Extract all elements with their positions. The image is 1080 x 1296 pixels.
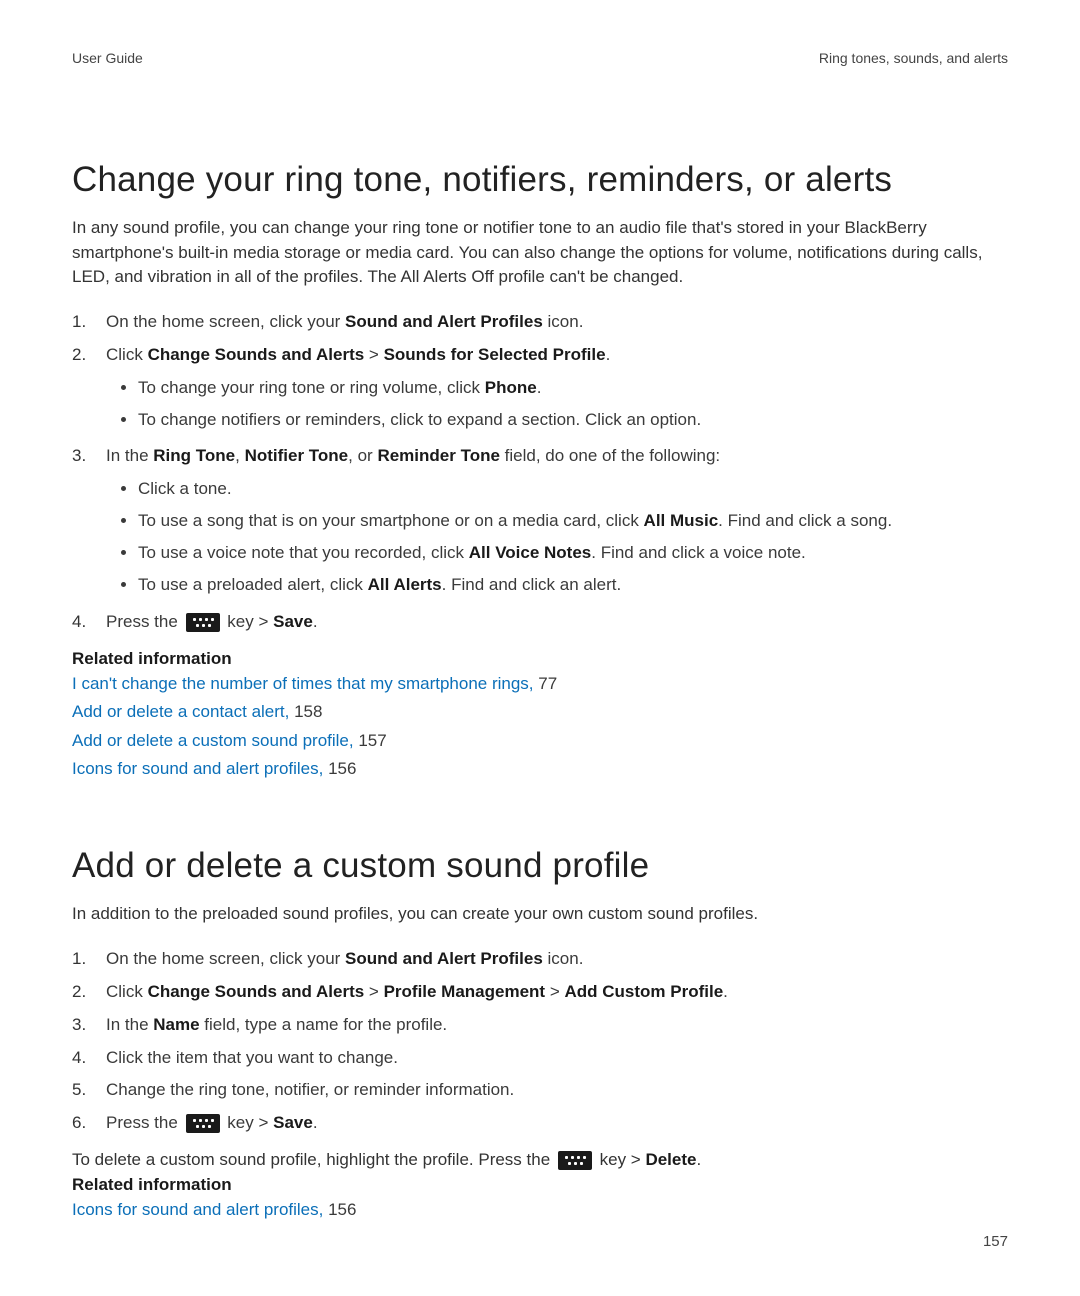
related-link[interactable]: I can't change the number of times that … [72, 674, 538, 693]
step-text: Click Change Sounds and Alerts > Profile… [106, 978, 1008, 1007]
related-page: 157 [358, 731, 386, 750]
step-text: In the Ring Tone, Notifier Tone, or Remi… [106, 442, 1008, 603]
list-item: To change your ring tone or ring volume,… [138, 374, 1008, 403]
section2-title: Add or delete a custom sound profile [72, 846, 1008, 886]
step-number: 2. [72, 978, 106, 1007]
step-number: 1. [72, 308, 106, 337]
related-link-row: Icons for sound and alert profiles, 156 [72, 1197, 1008, 1223]
related-information-heading: Related information [72, 649, 1008, 669]
s2-step5: 5. Change the ring tone, notifier, or re… [72, 1076, 1008, 1105]
header-right: Ring tones, sounds, and alerts [819, 50, 1008, 66]
step-number: 1. [72, 945, 106, 974]
related-page: 156 [328, 759, 356, 778]
s1-step3: 3. In the Ring Tone, Notifier Tone, or R… [72, 442, 1008, 603]
s2-step4: 4. Click the item that you want to chang… [72, 1044, 1008, 1073]
section2-delete-note: To delete a custom sound profile, highli… [72, 1148, 1008, 1173]
s1-step2: 2. Click Change Sounds and Alerts > Soun… [72, 341, 1008, 439]
step-number: 6. [72, 1109, 106, 1138]
s1-step3-sub: Click a tone. To use a song that is on y… [106, 475, 1008, 600]
s2-step3: 3. In the Name field, type a name for th… [72, 1011, 1008, 1040]
related-page: 158 [294, 702, 322, 721]
related-link-row: Add or delete a custom sound profile, 15… [72, 728, 1008, 754]
page: User Guide Ring tones, sounds, and alert… [0, 0, 1080, 1296]
list-item: Click a tone. [138, 475, 1008, 504]
list-item: To use a preloaded alert, click All Aler… [138, 571, 1008, 600]
related-link[interactable]: Add or delete a contact alert, [72, 702, 294, 721]
s2-step6: 6. Press the key > Save. [72, 1109, 1008, 1138]
step-text: On the home screen, click your Sound and… [106, 945, 1008, 974]
related-page: 156 [328, 1200, 356, 1219]
related-page: 77 [538, 674, 557, 693]
related-link-row: Add or delete a contact alert, 158 [72, 699, 1008, 725]
s1-step2-sub: To change your ring tone or ring volume,… [106, 374, 1008, 435]
step-number: 5. [72, 1076, 106, 1105]
list-item: To change notifiers or reminders, click … [138, 406, 1008, 435]
s1-step1: 1. On the home screen, click your Sound … [72, 308, 1008, 337]
page-header: User Guide Ring tones, sounds, and alert… [72, 50, 1008, 66]
step-text: Press the key > Save. [106, 608, 1008, 637]
list-item: To use a song that is on your smartphone… [138, 507, 1008, 536]
section1-steps: 1. On the home screen, click your Sound … [72, 308, 1008, 637]
section2-intro: In addition to the preloaded sound profi… [72, 902, 1008, 927]
step-text: In the Name field, type a name for the p… [106, 1011, 1008, 1040]
s1-step4: 4. Press the key > Save. [72, 608, 1008, 637]
step-number: 3. [72, 1011, 106, 1040]
step-number: 2. [72, 341, 106, 439]
section1-intro: In any sound profile, you can change you… [72, 216, 1008, 290]
menu-key-icon [186, 613, 220, 632]
related-information-heading: Related information [72, 1175, 1008, 1195]
step-number: 4. [72, 1044, 106, 1073]
menu-key-icon [186, 1114, 220, 1133]
related-link[interactable]: Icons for sound and alert profiles, [72, 759, 328, 778]
step-text: Click the item that you want to change. [106, 1044, 1008, 1073]
related-link[interactable]: Icons for sound and alert profiles, [72, 1200, 328, 1219]
step-number: 3. [72, 442, 106, 603]
menu-key-icon [558, 1151, 592, 1170]
section1-title: Change your ring tone, notifiers, remind… [72, 160, 1008, 200]
s2-step1: 1. On the home screen, click your Sound … [72, 945, 1008, 974]
page-number: 157 [983, 1233, 1008, 1250]
section2-steps: 1. On the home screen, click your Sound … [72, 945, 1008, 1138]
step-text: On the home screen, click your Sound and… [106, 308, 1008, 337]
related-link[interactable]: Add or delete a custom sound profile, [72, 731, 358, 750]
list-item: To use a voice note that you recorded, c… [138, 539, 1008, 568]
s2-step2: 2. Click Change Sounds and Alerts > Prof… [72, 978, 1008, 1007]
step-number: 4. [72, 608, 106, 637]
related-link-row: Icons for sound and alert profiles, 156 [72, 756, 1008, 782]
header-left: User Guide [72, 50, 143, 66]
step-text: Press the key > Save. [106, 1109, 1008, 1138]
step-text: Change the ring tone, notifier, or remin… [106, 1076, 1008, 1105]
related-link-row: I can't change the number of times that … [72, 671, 1008, 697]
step-text: Click Change Sounds and Alerts > Sounds … [106, 341, 1008, 439]
